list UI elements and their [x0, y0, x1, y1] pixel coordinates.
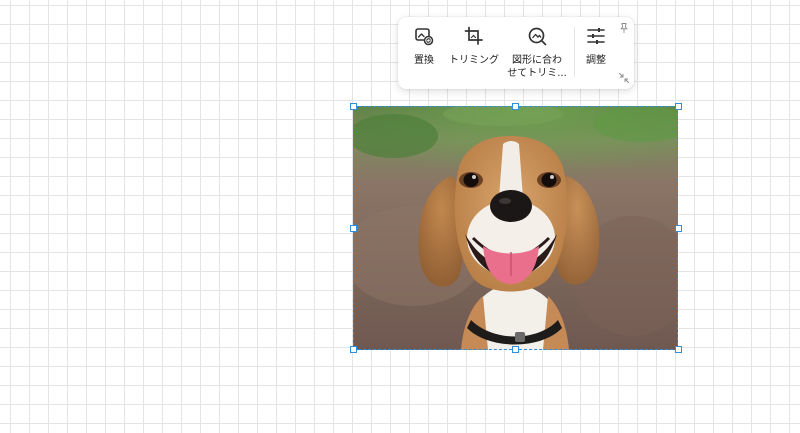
- trim-button[interactable]: トリミング: [448, 25, 500, 85]
- resize-handle-left[interactable]: [350, 225, 357, 232]
- image-toolbar: 置換 トリミング 図形に合わ せてトリミ... 調整: [398, 17, 634, 89]
- resize-handle-bottom-left[interactable]: [350, 346, 357, 353]
- resize-handle-bottom[interactable]: [512, 346, 519, 353]
- crop-to-shape-button[interactable]: 図形に合わ せてトリミ...: [504, 25, 570, 85]
- adjust-label: 調整: [586, 55, 606, 66]
- beagle-photo: [353, 106, 678, 350]
- resize-handle-top-left[interactable]: [350, 103, 357, 110]
- toolbar-divider: [574, 27, 575, 77]
- adjust-button[interactable]: 調整: [580, 25, 612, 85]
- crop-to-shape-label-line1: 図形に合わ: [511, 55, 562, 66]
- resize-handle-right[interactable]: [675, 225, 682, 232]
- crop-icon: [464, 26, 483, 45]
- crop-to-shape-label-line2: せてトリミ...: [507, 68, 567, 79]
- pin-icon[interactable]: [618, 22, 630, 34]
- resize-handle-top-right[interactable]: [675, 103, 682, 110]
- resize-handle-bottom-right[interactable]: [675, 346, 682, 353]
- crop-to-shape-label: 図形に合わ せてトリミ...: [507, 54, 567, 80]
- replace-button[interactable]: 置換: [404, 25, 444, 85]
- replace-image-icon: [415, 28, 434, 46]
- resize-handle-top[interactable]: [512, 103, 519, 110]
- replace-label: 置換: [414, 55, 434, 66]
- crop-to-shape-icon: [528, 27, 547, 46]
- trim-label: トリミング: [449, 55, 499, 66]
- selected-image[interactable]: [353, 106, 678, 350]
- collapse-icon[interactable]: [618, 72, 630, 84]
- sliders-icon: [587, 28, 605, 44]
